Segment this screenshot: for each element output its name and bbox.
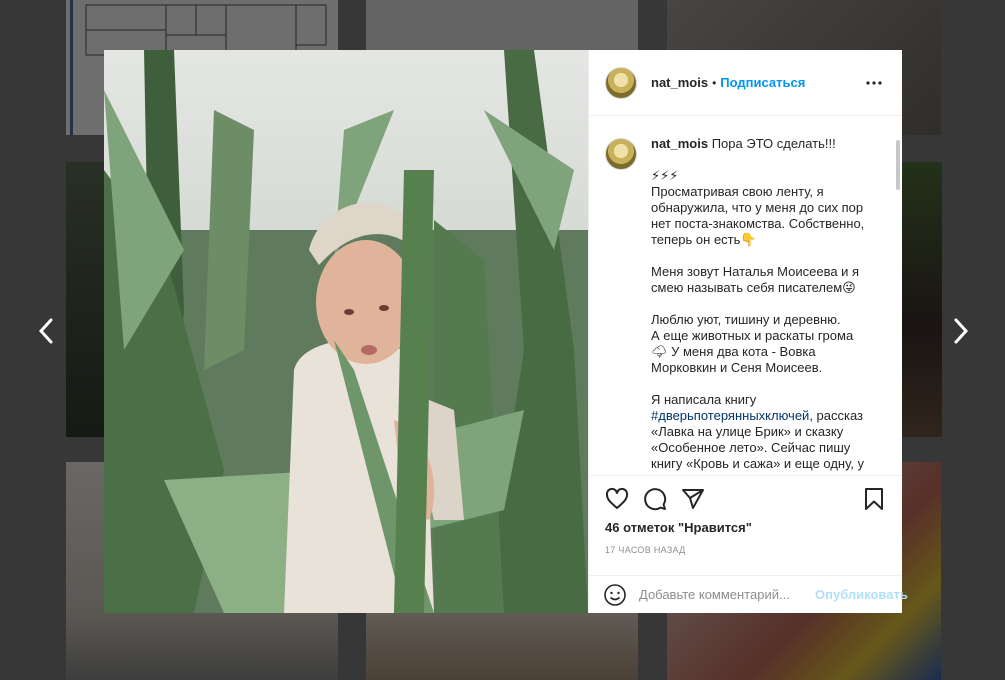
caption-line: Моркoвкин и Сеня Моисеев.	[651, 360, 823, 375]
caption-hashtag-tail: , рассказ	[809, 408, 864, 423]
caption-username[interactable]: nat_mois	[651, 136, 708, 151]
post-actions: 46 отметок "Нравится" 17 часов назад	[589, 475, 902, 575]
publish-button[interactable]: Опубликовать	[815, 587, 908, 602]
caption-line: книгу «Кровь и сажа» и еще одну, у	[651, 456, 865, 471]
comments-area[interactable]: nat_mois Пора ЭТО сделать!!! ⚡⚡⚡ Просматр…	[589, 116, 902, 475]
follow-button[interactable]: Подписаться	[720, 75, 805, 90]
caption-line: «Особенное лето». Сейчас пишу	[651, 440, 851, 455]
caption-lines: ⚡⚡⚡ Просматривая свою ленту, я обнаружила,…	[651, 168, 864, 408]
chevron-left-icon[interactable]	[35, 316, 59, 346]
action-row	[605, 484, 886, 514]
caption-gap	[651, 376, 864, 392]
chevron-right-icon[interactable]	[948, 316, 972, 346]
likes-count[interactable]: 46 отметок "Нравится"	[605, 520, 886, 535]
caption-after-lines: «Лавка на улице Брик» и сказку «Особенное…	[651, 424, 864, 472]
caption-hashtag-line: #дверьпотерянныхключей, рассказ	[651, 408, 864, 424]
caption-first-line: nat_mois Пора ЭТО сделать!!!	[651, 136, 864, 152]
scrollbar[interactable]	[896, 140, 900, 190]
caption-line: Меня зовут Наталья Моисеева и я	[651, 264, 860, 279]
post-side-panel: nat_mois • Подписаться nat_mois Пора ЭТО…	[588, 50, 908, 613]
caption-line: 🌩 У меня два кота - Вовка	[651, 344, 816, 359]
emoji-icon[interactable]	[603, 583, 627, 607]
bookmark-icon[interactable]	[862, 487, 886, 511]
heart-icon[interactable]	[605, 487, 629, 511]
caption-line: Просматривая свою ленту, я	[651, 184, 824, 199]
post-timestamp[interactable]: 17 часов назад	[605, 545, 886, 555]
caption-gap	[651, 152, 864, 168]
caption-line: смею называть себя писателем😜	[651, 280, 856, 295]
comment-icon[interactable]	[643, 487, 667, 511]
caption-line: Люблю уют, тишину и деревню.	[651, 312, 841, 327]
caption-text: nat_mois Пора ЭТО сделать!!! ⚡⚡⚡ Просматр…	[651, 136, 864, 472]
separator-dot: •	[712, 75, 717, 90]
caption-line: теперь он есть👇	[651, 232, 757, 247]
comment-input[interactable]	[639, 587, 815, 602]
post-modal: nat_mois • Подписаться nat_mois Пора ЭТО…	[104, 50, 908, 613]
caption-line: нет поста-знакомства. Собственно,	[651, 216, 865, 231]
caption-gap	[651, 248, 864, 264]
caption-line: Я написала книгу	[651, 392, 757, 407]
post-photo[interactable]	[104, 50, 588, 613]
avatar[interactable]	[605, 66, 637, 99]
caption-title: Пора ЭТО сделать!!!	[711, 136, 836, 151]
caption-gap	[651, 296, 864, 312]
avatar[interactable]	[605, 138, 637, 170]
caption-line: ⚡⚡⚡	[651, 168, 679, 183]
caption-line: А еще животных и раскаты грома	[651, 328, 854, 343]
cornfield-portrait-image	[104, 50, 588, 613]
comment-bar: Опубликовать	[589, 575, 908, 613]
post-caption: nat_mois Пора ЭТО сделать!!! ⚡⚡⚡ Просматр…	[605, 136, 886, 472]
caption-line: «Лавка на улице Брик» и сказку	[651, 424, 844, 439]
more-icon[interactable]	[862, 71, 886, 95]
post-header: nat_mois • Подписаться	[589, 50, 902, 116]
share-icon[interactable]	[681, 487, 705, 511]
hashtag-link[interactable]: #дверьпотерянныхключей	[651, 408, 809, 423]
caption-line: обнаружила, что у меня до сих пор	[651, 200, 864, 215]
author-username[interactable]: nat_mois	[651, 75, 708, 90]
